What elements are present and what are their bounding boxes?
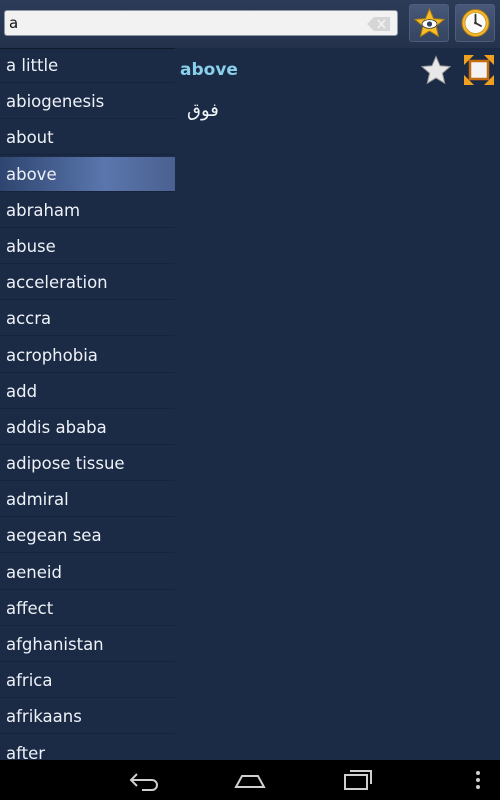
- translation-text: فوق: [187, 100, 219, 121]
- list-item[interactable]: acceleration: [0, 265, 175, 301]
- list-item[interactable]: africa: [0, 663, 175, 699]
- list-item[interactable]: abraham: [0, 193, 175, 228]
- list-item[interactable]: accra: [0, 301, 175, 337]
- list-item[interactable]: adipose tissue: [0, 446, 175, 482]
- list-item[interactable]: admiral: [0, 482, 175, 518]
- detail-panel: above فوق: [175, 48, 500, 760]
- search-input[interactable]: [9, 12, 359, 34]
- history-button[interactable]: [455, 4, 495, 42]
- list-item[interactable]: aegean sea: [0, 518, 175, 554]
- clock-icon: [461, 9, 490, 37]
- clear-search-icon[interactable]: [367, 17, 391, 31]
- list-item[interactable]: a little: [0, 48, 175, 83]
- search-box[interactable]: [4, 10, 398, 36]
- word-list[interactable]: a little abiogenesis about above abraham abus…: [0, 48, 175, 760]
- list-item[interactable]: afrikaans: [0, 699, 175, 735]
- top-toolbar: [0, 0, 500, 49]
- recent-apps-icon[interactable]: [342, 769, 374, 791]
- back-icon[interactable]: [128, 769, 160, 791]
- star-eye-icon: [414, 8, 445, 38]
- list-item[interactable]: addis ababa: [0, 410, 175, 445]
- list-item[interactable]: about: [0, 120, 175, 156]
- overflow-menu-icon[interactable]: [474, 769, 482, 791]
- list-item[interactable]: abuse: [0, 229, 175, 264]
- list-item[interactable]: aeneid: [0, 555, 175, 590]
- list-item[interactable]: affect: [0, 591, 175, 626]
- list-item[interactable]: abiogenesis: [0, 84, 175, 120]
- favorites-button[interactable]: [409, 4, 449, 42]
- home-icon[interactable]: [234, 769, 266, 791]
- fullscreen-expand-icon[interactable]: [464, 55, 494, 85]
- list-item[interactable]: add: [0, 374, 175, 409]
- list-item[interactable]: after: [0, 736, 175, 760]
- list-item[interactable]: afghanistan: [0, 627, 175, 662]
- list-item[interactable]: above: [0, 156, 175, 192]
- add-favorite-star-icon[interactable]: [421, 55, 451, 85]
- system-nav-bar: [0, 760, 500, 800]
- list-item[interactable]: acrophobia: [0, 338, 175, 373]
- headword: above: [180, 60, 238, 80]
